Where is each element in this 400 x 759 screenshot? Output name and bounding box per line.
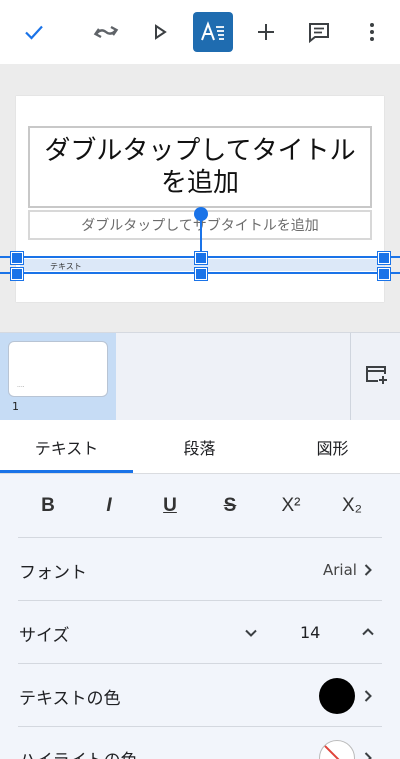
text-format-button[interactable] xyxy=(193,12,233,52)
resize-handle-top[interactable] xyxy=(195,252,207,264)
slide-canvas[interactable]: ダブルタップしてタイトルを追加 ダブルタップしてサブタイトルを追加 xyxy=(0,64,400,332)
insert-button[interactable] xyxy=(246,12,286,52)
text-style-row: B I U S X² X₂ xyxy=(0,474,400,538)
resize-handle-bottom-left[interactable] xyxy=(11,268,23,280)
comment-button[interactable] xyxy=(299,12,339,52)
tab-paragraph-label: 段落 xyxy=(183,439,216,458)
slide-number: 1 xyxy=(12,400,19,413)
comment-icon xyxy=(309,23,329,44)
resize-handle-bottom-right[interactable] xyxy=(378,268,390,280)
underline-button[interactable]: U xyxy=(140,492,200,520)
font-label: フォント xyxy=(19,563,87,583)
underline-icon: U xyxy=(163,495,177,516)
plus-icon xyxy=(258,24,274,40)
thumbnail-text: .... xyxy=(17,382,25,389)
highlight-color-label: ハイライトの色 xyxy=(19,746,138,759)
size-value: 14 xyxy=(300,623,321,642)
filmstrip-divider xyxy=(350,333,351,420)
more-options-button[interactable] xyxy=(352,12,392,52)
slide-thumbnail-1[interactable]: .... 1 xyxy=(0,333,116,420)
confirm-button[interactable] xyxy=(14,12,54,52)
more-vert-icon xyxy=(370,23,374,41)
italic-icon: I xyxy=(106,495,112,516)
top-toolbar xyxy=(0,0,400,64)
tab-text-label: テキスト xyxy=(34,439,99,458)
title-placeholder-text: ダブルタップしてタイトルを追加 xyxy=(44,136,356,198)
add-slide-icon xyxy=(366,366,387,384)
selected-textbox-text: テキスト xyxy=(50,262,82,271)
play-button[interactable] xyxy=(140,12,180,52)
tab-shape-label: 図形 xyxy=(316,439,349,458)
rotation-handle[interactable] xyxy=(194,207,208,221)
chevron-right-icon xyxy=(364,690,372,702)
size-decrease-button[interactable] xyxy=(244,626,258,640)
chevron-right-icon xyxy=(364,564,372,576)
divider xyxy=(18,726,382,727)
bold-button[interactable]: B xyxy=(18,492,78,520)
check-icon xyxy=(25,25,43,40)
subscript-button[interactable]: X₂ xyxy=(322,492,382,520)
divider xyxy=(18,663,382,664)
bold-icon: B xyxy=(41,495,55,516)
strikethrough-icon: S xyxy=(223,495,237,516)
resize-handle-top-right[interactable] xyxy=(378,252,390,264)
redo-icon xyxy=(93,25,119,39)
size-label: サイズ xyxy=(19,626,70,646)
slide-filmstrip: .... 1 xyxy=(0,332,400,420)
resize-handle-bottom[interactable] xyxy=(195,268,207,280)
italic-button[interactable]: I xyxy=(79,492,139,520)
superscript-icon: X² xyxy=(281,495,301,516)
tab-shape[interactable]: 図形 xyxy=(266,420,399,474)
text-color-label: テキストの色 xyxy=(19,689,121,709)
strikethrough-button[interactable]: S xyxy=(200,492,260,520)
format-tabs: テキスト 段落 図形 xyxy=(0,420,400,474)
tab-paragraph[interactable]: 段落 xyxy=(133,420,266,474)
divider xyxy=(18,600,382,601)
redo-button[interactable] xyxy=(86,12,126,52)
text-color-swatch xyxy=(319,678,355,714)
new-slide-button[interactable] xyxy=(362,360,390,388)
rotation-stem xyxy=(200,218,202,252)
text-format-icon xyxy=(201,21,224,41)
slide-thumbnail-preview: .... xyxy=(8,341,108,397)
subscript-icon: X₂ xyxy=(341,495,363,516)
tab-text[interactable]: テキスト xyxy=(0,420,133,474)
size-increase-button[interactable] xyxy=(361,625,375,639)
title-placeholder[interactable]: ダブルタップしてタイトルを追加 xyxy=(28,126,372,208)
play-icon xyxy=(155,24,167,40)
superscript-button[interactable]: X² xyxy=(261,492,321,520)
resize-handle-top-left[interactable] xyxy=(11,252,23,264)
divider xyxy=(18,537,382,538)
active-tab-indicator xyxy=(0,470,133,473)
chevron-right-icon xyxy=(364,752,372,759)
font-value: Arial xyxy=(323,561,357,579)
